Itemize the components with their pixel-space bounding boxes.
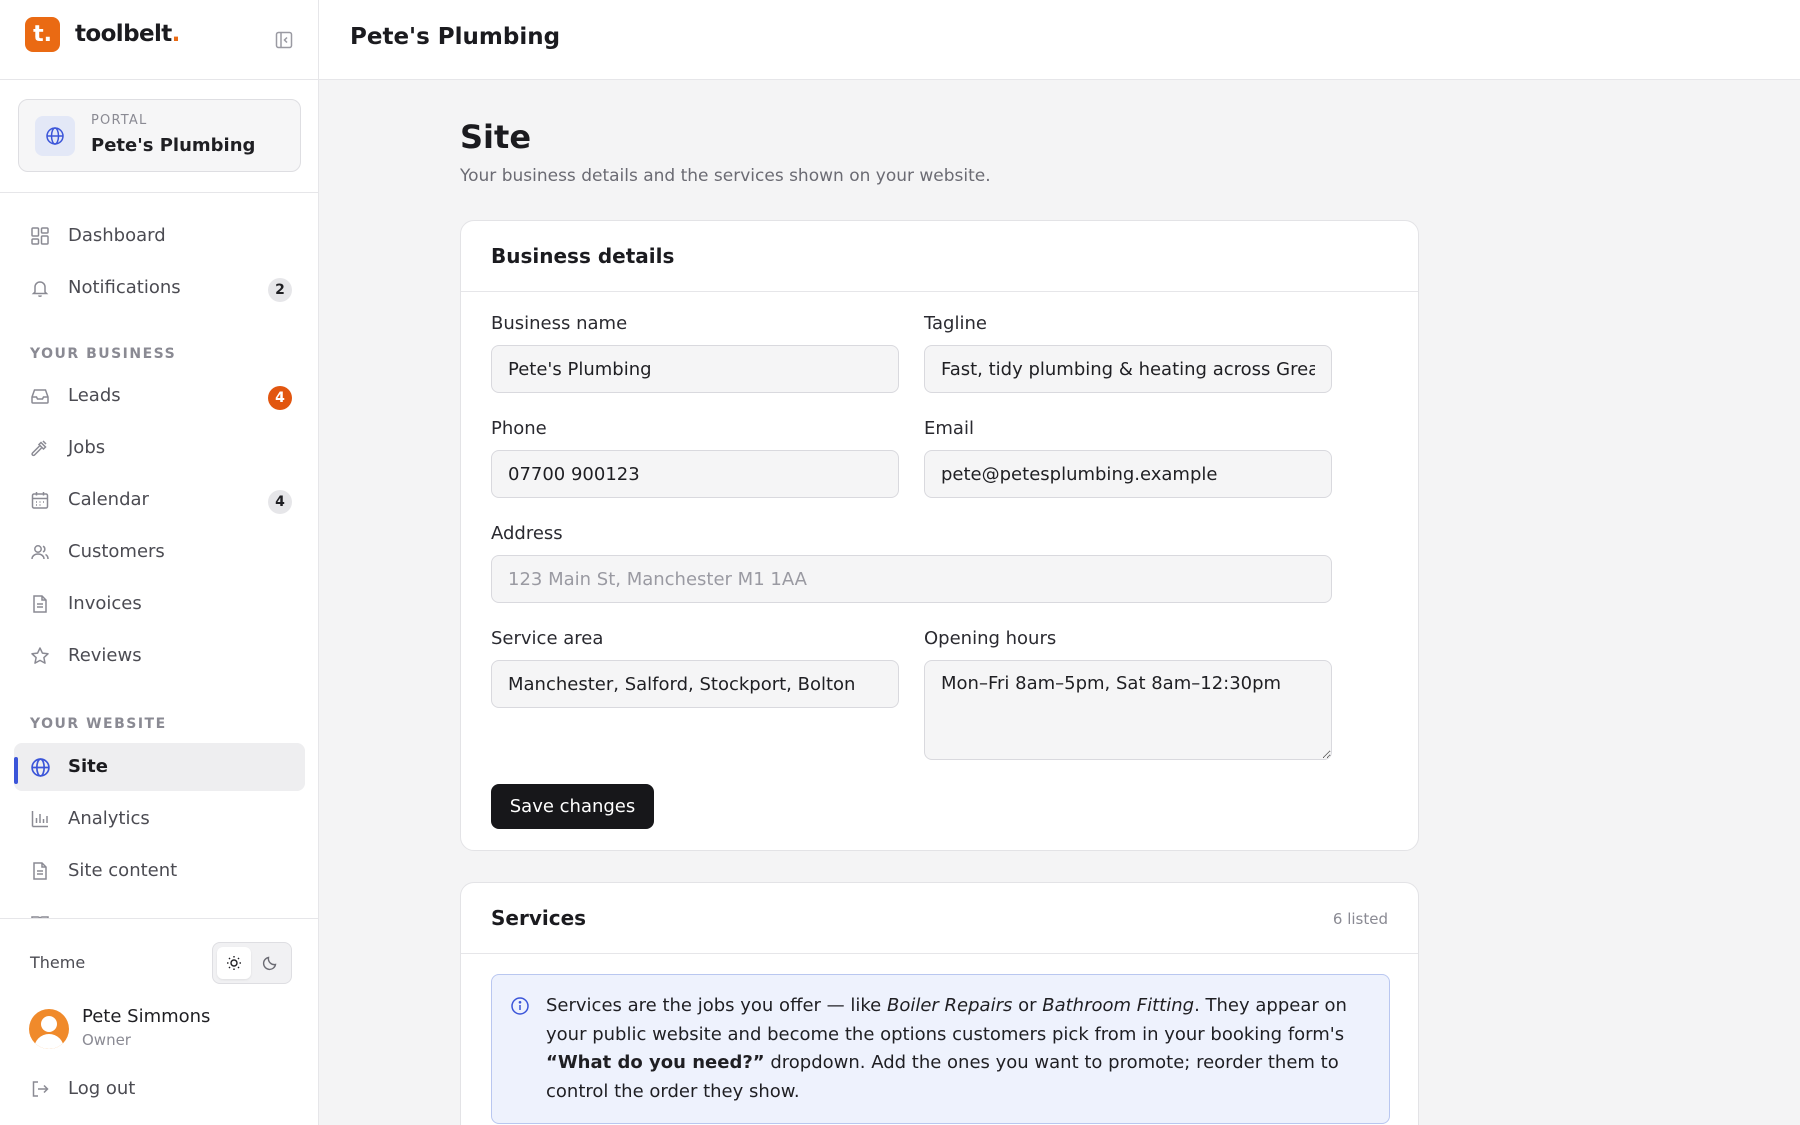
sidebar-item-reviews[interactable]: Reviews [14,632,305,680]
sidebar-nav: Dashboard Notifications 2 YOUR BUSINESS … [0,192,318,918]
tagline-label: Tagline [924,313,987,334]
inbox-icon [29,385,51,407]
sidebar-item-label: Site [68,756,108,777]
sidebar-item-leads[interactable]: Leads 4 [14,372,305,420]
globe-icon [35,116,75,156]
card-header: Services 6 listed [461,883,1418,954]
bar-chart-icon [29,808,51,830]
sidebar-item-notifications[interactable]: Notifications 2 [14,264,305,312]
light-theme-button[interactable] [217,947,251,979]
brand-name: toolbelt. [75,21,180,47]
card-title: Business details [491,244,675,268]
save-changes-button[interactable]: Save changes [491,784,654,829]
email-input[interactable] [924,450,1332,498]
document-icon [29,860,51,882]
sidebar: t. toolbelt. PORTAL Pete's Plumbing Dash… [0,0,319,1125]
sidebar-item-analytics[interactable]: Analytics [14,795,305,843]
email-label: Email [924,418,974,439]
phone-label: Phone [491,418,547,439]
page-title: Site [460,118,532,156]
portal-section: PORTAL Pete's Plumbing [0,80,318,193]
globe-icon [29,756,51,778]
opening-hours-textarea[interactable]: Mon–Fri 8am–5pm, Sat 8am–12:30pm [924,660,1332,760]
sidebar-item-label: Notifications [68,277,181,298]
page-subtitle: Your business details and the services s… [460,166,991,186]
sidebar-item-site-content[interactable]: Site content [14,847,305,895]
active-indicator [14,757,18,784]
topbar-title: Pete's Plumbing [350,24,561,50]
collapse-sidebar-button[interactable] [272,28,296,52]
sidebar-item-site[interactable]: Site [14,743,305,791]
sidebar-item-label: Dashboard [68,225,166,246]
user-name: Pete Simmons [82,1006,211,1027]
portal-label: PORTAL [91,113,148,128]
info-icon [509,995,531,1017]
service-area-input[interactable] [491,660,899,708]
sidebar-item-label: Reviews [68,645,142,666]
theme-toggle [212,942,292,984]
sidebar-item-dashboard[interactable]: Dashboard [14,212,305,260]
calendar-count-badge: 4 [268,490,292,514]
sidebar-item-label: Customers [68,541,165,562]
theme-label: Theme [30,953,86,972]
sidebar-item-customers[interactable]: Customers [14,528,305,576]
services-count: 6 listed [1332,910,1388,928]
service-area-label: Service area [491,628,604,649]
logout-button[interactable]: Log out [14,1068,305,1110]
moon-icon [262,956,277,971]
sidebar-item-label: Invoices [68,593,142,614]
section-label-business: YOUR BUSINESS [30,346,177,362]
portal-switcher[interactable]: PORTAL Pete's Plumbing [18,99,301,172]
hammer-icon [29,437,51,459]
sidebar-item-label: Site content [68,860,178,881]
sidebar-item-label: Calendar [68,489,149,510]
notifications-count-badge: 2 [268,278,292,302]
sidebar-collapse-icon [275,31,293,49]
leads-count-badge: 4 [268,386,292,410]
dashboard-icon [29,225,51,247]
sun-icon [227,956,241,970]
card-header: Business details [461,221,1418,292]
user-role: Owner [82,1031,131,1049]
topbar: Pete's Plumbing [319,0,1800,80]
phone-input[interactable] [491,450,899,498]
business-name-input[interactable] [491,345,899,393]
business-details-card: Business details Business name Tagline P… [460,220,1419,851]
tagline-input[interactable] [924,345,1332,393]
star-icon [29,645,51,667]
logout-icon [29,1078,51,1100]
sidebar-item-label: Analytics [68,808,150,829]
calendar-icon [29,489,51,511]
sidebar-item-label: Jobs [68,437,106,458]
sidebar-item-calendar[interactable]: Calendar 4 [14,476,305,524]
opening-hours-label: Opening hours [924,628,1057,649]
address-label: Address [491,523,563,544]
bell-icon [29,277,51,299]
dark-theme-button[interactable] [253,947,287,979]
sidebar-item-partial[interactable] [14,899,305,918]
sidebar-item-invoices[interactable]: Invoices [14,580,305,628]
users-icon [29,541,51,563]
services-card: Services 6 listed Services are the jobs … [460,882,1419,1125]
portal-name: Pete's Plumbing [91,135,256,156]
card-title: Services [491,906,587,930]
brand-logo: t. [25,17,60,52]
document-icon [29,593,51,615]
services-info-text: Services are the jobs you offer — like B… [546,995,1347,1102]
section-label-website: YOUR WEBSITE [30,716,167,732]
sidebar-item-label: Leads [68,385,121,406]
avatar [29,1009,69,1049]
business-name-label: Business name [491,313,628,334]
sidebar-item-jobs[interactable]: Jobs [14,424,305,472]
address-input[interactable] [491,555,1332,603]
sidebar-footer: Theme Pete Simmons Owner Log out [0,918,318,1125]
services-info-callout: Services are the jobs you offer — like B… [491,974,1390,1124]
brand-header: t. toolbelt. [0,0,318,80]
logout-label: Log out [68,1078,136,1099]
